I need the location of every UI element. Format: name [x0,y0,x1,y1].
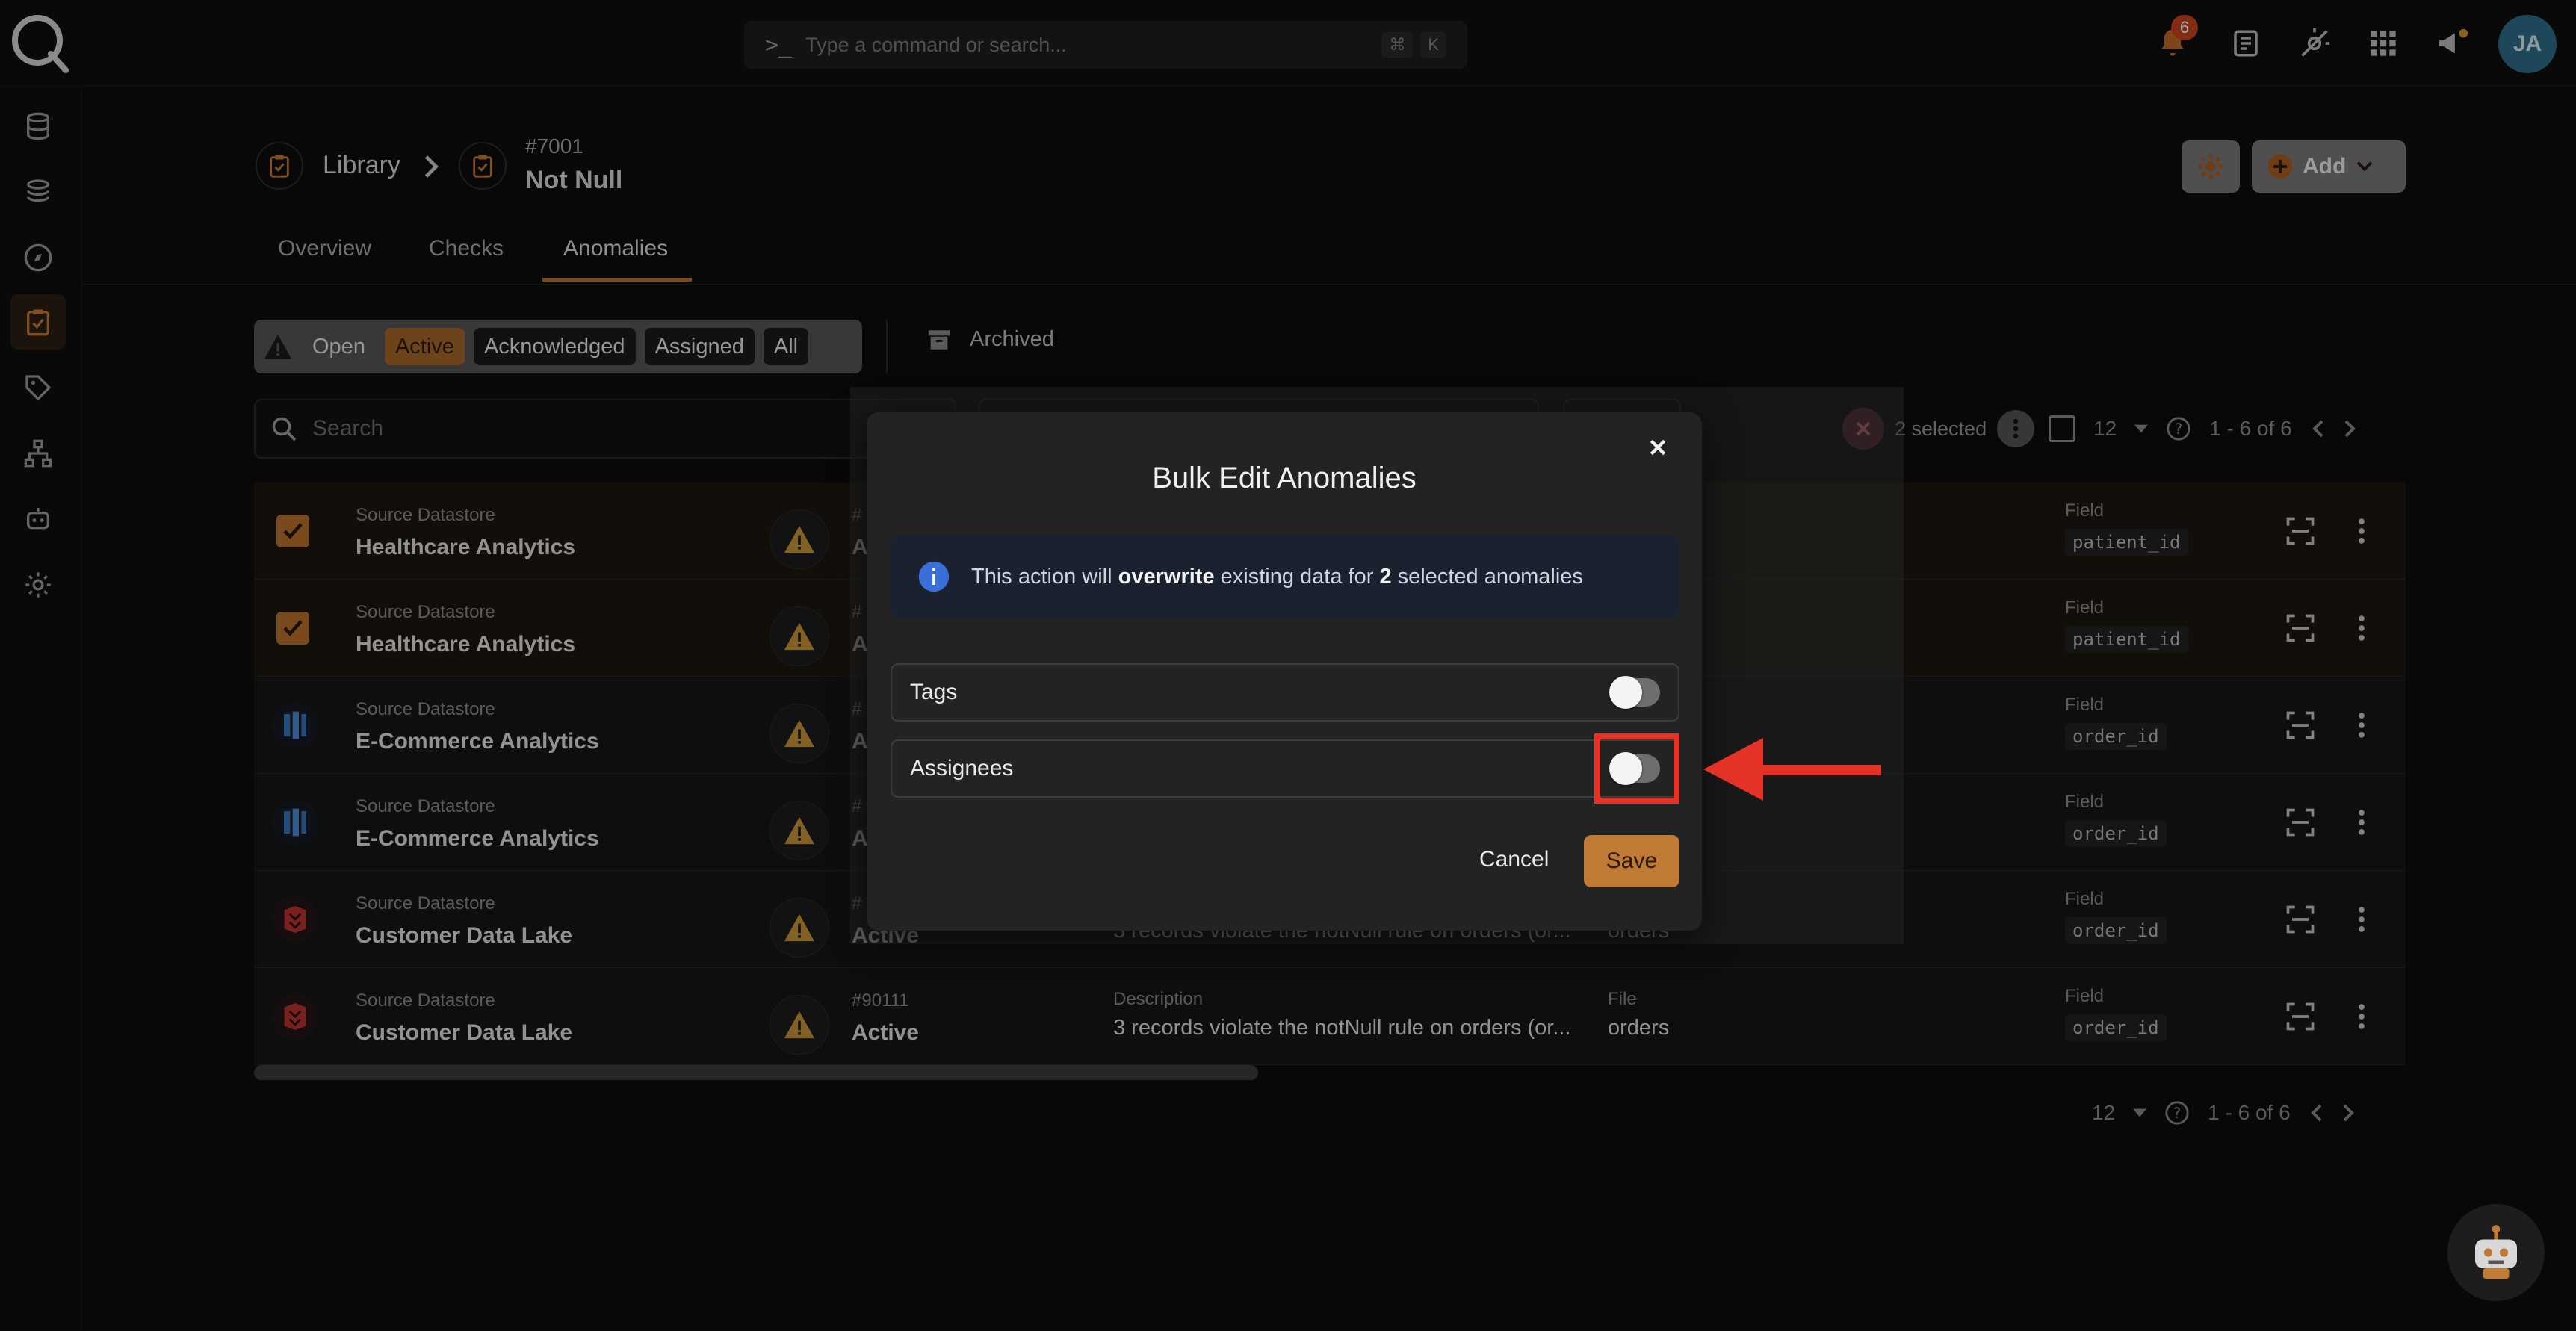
annotation-arrow-icon [1703,738,1881,801]
save-button[interactable]: Save [1584,835,1679,887]
info-count: 2 [1379,564,1392,589]
assignees-label: Assignees [910,756,1014,781]
info-mid: existing data for [1220,564,1374,589]
info-banner: This action will overwrite existing data… [891,535,1679,618]
assistant-bot-button[interactable] [2447,1204,2545,1301]
info-overwrite: overwrite [1118,564,1215,589]
cancel-button[interactable]: Cancel [1479,847,1549,872]
info-text: This action will overwrite existing data… [971,565,1583,589]
robot-icon [2475,1225,2517,1279]
close-icon [1650,439,1666,456]
tags-label: Tags [910,680,958,704]
highlight-box [1594,733,1679,804]
info-icon [918,561,950,592]
tags-toggle[interactable] [1609,676,1660,709]
toggle-knob [1609,676,1642,709]
dialog-title: Bulk Edit Anomalies [1152,462,1417,494]
bulk-edit-dialog: Bulk Edit Anomalies This action will ove… [867,412,1702,931]
close-button[interactable] [1639,429,1676,466]
tags-field-row: Tags [891,663,1679,722]
info-prefix: This action will [971,564,1112,589]
assignees-field-row: Assignees [891,739,1679,798]
info-suffix: selected anomalies [1397,564,1583,589]
